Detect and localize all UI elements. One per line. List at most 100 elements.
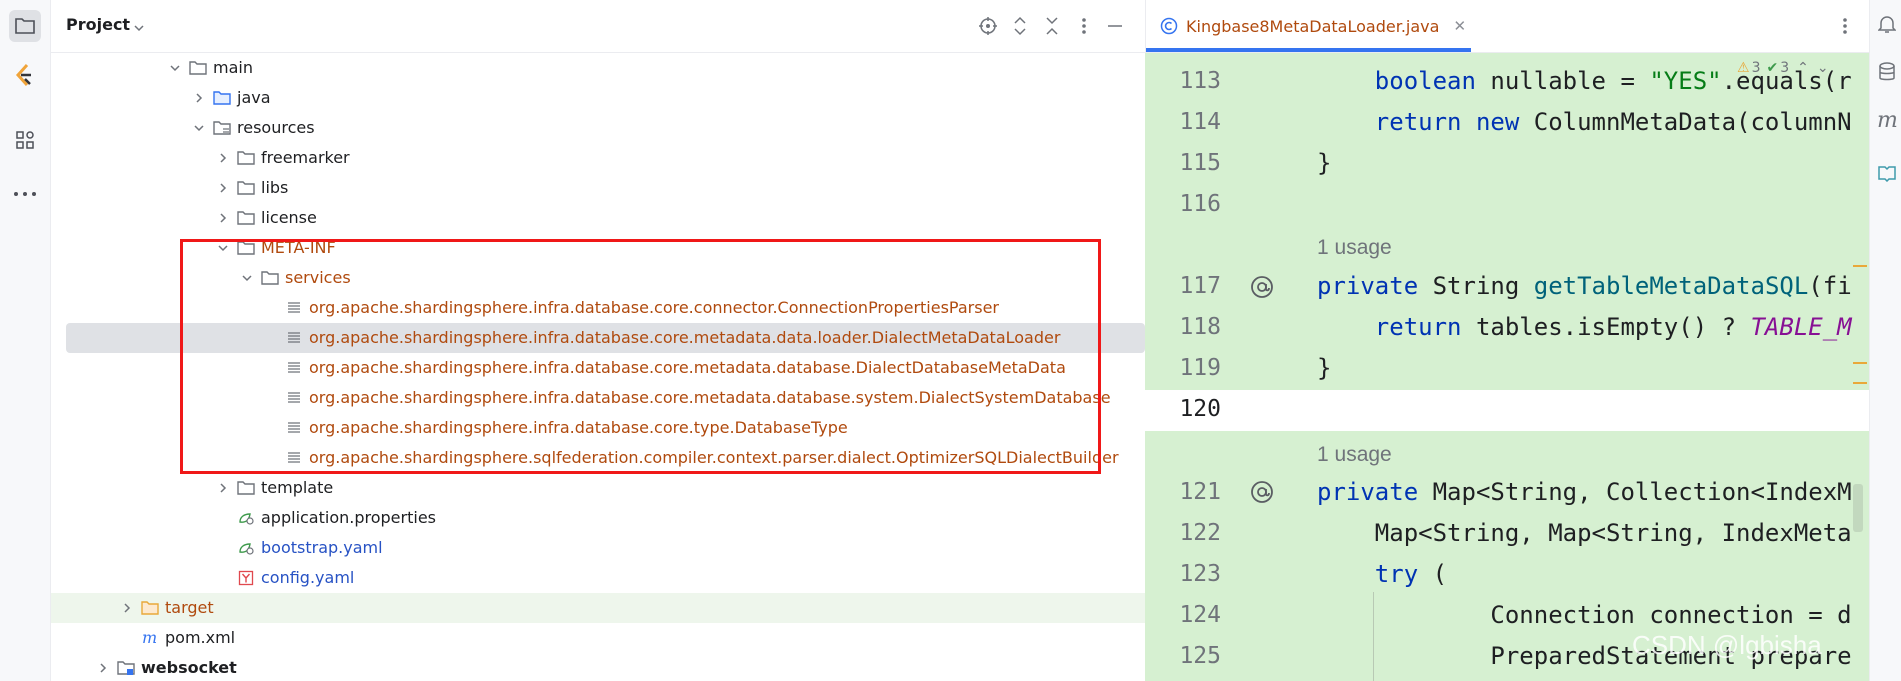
tree-item[interactable]: libs [51, 173, 1145, 203]
chevron-right-icon[interactable] [215, 480, 231, 496]
chevron-up-icon[interactable]: ⌃ [1797, 60, 1809, 76]
tree-item-label: template [261, 478, 334, 497]
error-stripe-mark [1853, 362, 1867, 364]
error-stripe-mark [1853, 265, 1867, 267]
svg-text:m: m [142, 630, 157, 646]
folder-icon [237, 210, 255, 226]
code-area[interactable]: boolean nullable = "YES".equals(r return… [1317, 52, 1869, 681]
tab-options-icon[interactable] [1842, 17, 1848, 39]
editor-gutter: 113 114 115 116 117 118 119 120 121 122 123 124 125 [1145, 52, 1315, 681]
tree-item[interactable]: java [51, 83, 1145, 113]
chevron-down-icon[interactable] [167, 60, 183, 76]
implements-at-icon[interactable] [1247, 477, 1277, 511]
more-icon[interactable] [9, 178, 41, 210]
chevron-down-icon[interactable] [191, 120, 207, 136]
editor-tab[interactable]: Kingbase8MetaDataLoader.java ✕ [1160, 0, 1466, 52]
line-number[interactable]: 119 [1145, 348, 1221, 389]
check-icon: ✔ [1766, 60, 1779, 76]
tree-item[interactable]: target [51, 593, 1145, 623]
line-number[interactable]: 120 [1145, 389, 1221, 430]
project-panel-header: Project [51, 0, 1145, 53]
folder-icon [189, 60, 207, 76]
warning-icon: ⚠ [1737, 60, 1750, 76]
module-folder-icon [117, 660, 135, 676]
tree-item[interactable]: application.properties [51, 503, 1145, 533]
line-number[interactable]: 118 [1145, 307, 1221, 348]
tree-item-label: java [237, 88, 271, 107]
code-line: Map<String, Map<String, IndexMeta [1317, 519, 1852, 547]
project-icon[interactable] [9, 10, 41, 42]
maven-icon[interactable]: m [1877, 108, 1898, 133]
tree-item-label: pom.xml [165, 628, 236, 647]
inspection-widget[interactable]: ⚠ 3 ✔ 3 ⌃ ⌄ [1737, 60, 1829, 76]
implements-at-icon[interactable] [1247, 272, 1277, 306]
tree-item-label: main [213, 58, 253, 77]
usage-hint[interactable]: 1 usage [1317, 233, 1392, 263]
properties-file-icon [237, 510, 255, 526]
folder-icon [237, 150, 255, 166]
usage-hint[interactable]: 1 usage [1317, 440, 1392, 470]
close-icon[interactable]: ✕ [1453, 17, 1466, 35]
class-icon [1160, 17, 1178, 35]
learn-icon[interactable] [1878, 164, 1896, 186]
expand-all-icon[interactable] [1010, 16, 1030, 36]
chevron-right-icon[interactable] [215, 210, 231, 226]
tree-item[interactable]: main [51, 53, 1145, 83]
code-line: } [1317, 354, 1332, 382]
right-toolbar: m [1869, 0, 1901, 681]
chevron-right-icon[interactable] [215, 150, 231, 166]
properties-file-icon [237, 540, 255, 556]
active-tab-indicator [1146, 48, 1471, 52]
tree-item[interactable]: m pom.xml [51, 623, 1145, 653]
project-title[interactable]: Project [66, 15, 130, 34]
chevron-down-icon[interactable] [133, 18, 145, 37]
tree-item[interactable]: license [51, 203, 1145, 233]
chevron-down-icon[interactable]: ⌄ [1817, 60, 1829, 76]
options-icon[interactable] [1074, 16, 1094, 36]
error-stripe-mark [1853, 382, 1867, 384]
locate-icon[interactable] [978, 16, 998, 36]
line-number[interactable]: 116 [1145, 184, 1221, 225]
code-line: return tables.isEmpty() ? TABLE_M [1374, 313, 1852, 341]
editor-scrollbar-thumb[interactable] [1853, 484, 1863, 532]
line-number[interactable]: 125 [1145, 636, 1221, 677]
line-number[interactable]: 122 [1145, 513, 1221, 554]
chevron-right-icon[interactable] [215, 180, 231, 196]
editor-tab-label: Kingbase8MetaDataLoader.java [1186, 16, 1440, 36]
line-number[interactable]: 121 [1145, 472, 1221, 513]
indent-guide [1373, 592, 1374, 681]
structure-icon[interactable] [9, 124, 41, 156]
plugin-logo-icon[interactable] [9, 60, 41, 92]
tree-item[interactable]: config.yaml [51, 563, 1145, 593]
annotation-highlight-box [180, 239, 1101, 474]
tree-item[interactable]: template [51, 473, 1145, 503]
chevron-right-icon[interactable] [95, 660, 111, 676]
line-number[interactable]: 117 [1145, 266, 1221, 307]
collapse-all-icon[interactable] [1042, 16, 1062, 36]
chevron-right-icon[interactable] [191, 90, 207, 106]
line-number[interactable]: 114 [1145, 102, 1221, 143]
tree-item-label: websocket [141, 658, 237, 677]
line-number[interactable]: 115 [1145, 143, 1221, 184]
line-number[interactable]: 124 [1145, 595, 1221, 636]
tree-item[interactable]: websocket [51, 653, 1145, 681]
line-number[interactable]: 113 [1145, 61, 1221, 102]
checks-count: 3 [1780, 60, 1790, 76]
folder-icon [237, 180, 255, 196]
tree-item-label: target [165, 598, 214, 617]
database-icon[interactable] [1878, 62, 1896, 86]
tree-item-label: application.properties [261, 508, 436, 527]
tree-item[interactable]: resources [51, 113, 1145, 143]
tree-item[interactable]: bootstrap.yaml [51, 533, 1145, 563]
line-number[interactable]: 123 [1145, 554, 1221, 595]
code-line: } [1317, 149, 1332, 177]
tree-item-label: freemarker [261, 148, 350, 167]
notifications-icon[interactable] [1877, 14, 1897, 38]
minimize-icon[interactable] [1105, 16, 1125, 36]
code-line: return new ColumnMetaData(columnN [1374, 108, 1852, 136]
chevron-right-icon[interactable] [119, 600, 135, 616]
yaml-file-icon [237, 570, 255, 586]
tree-item[interactable]: freemarker [51, 143, 1145, 173]
